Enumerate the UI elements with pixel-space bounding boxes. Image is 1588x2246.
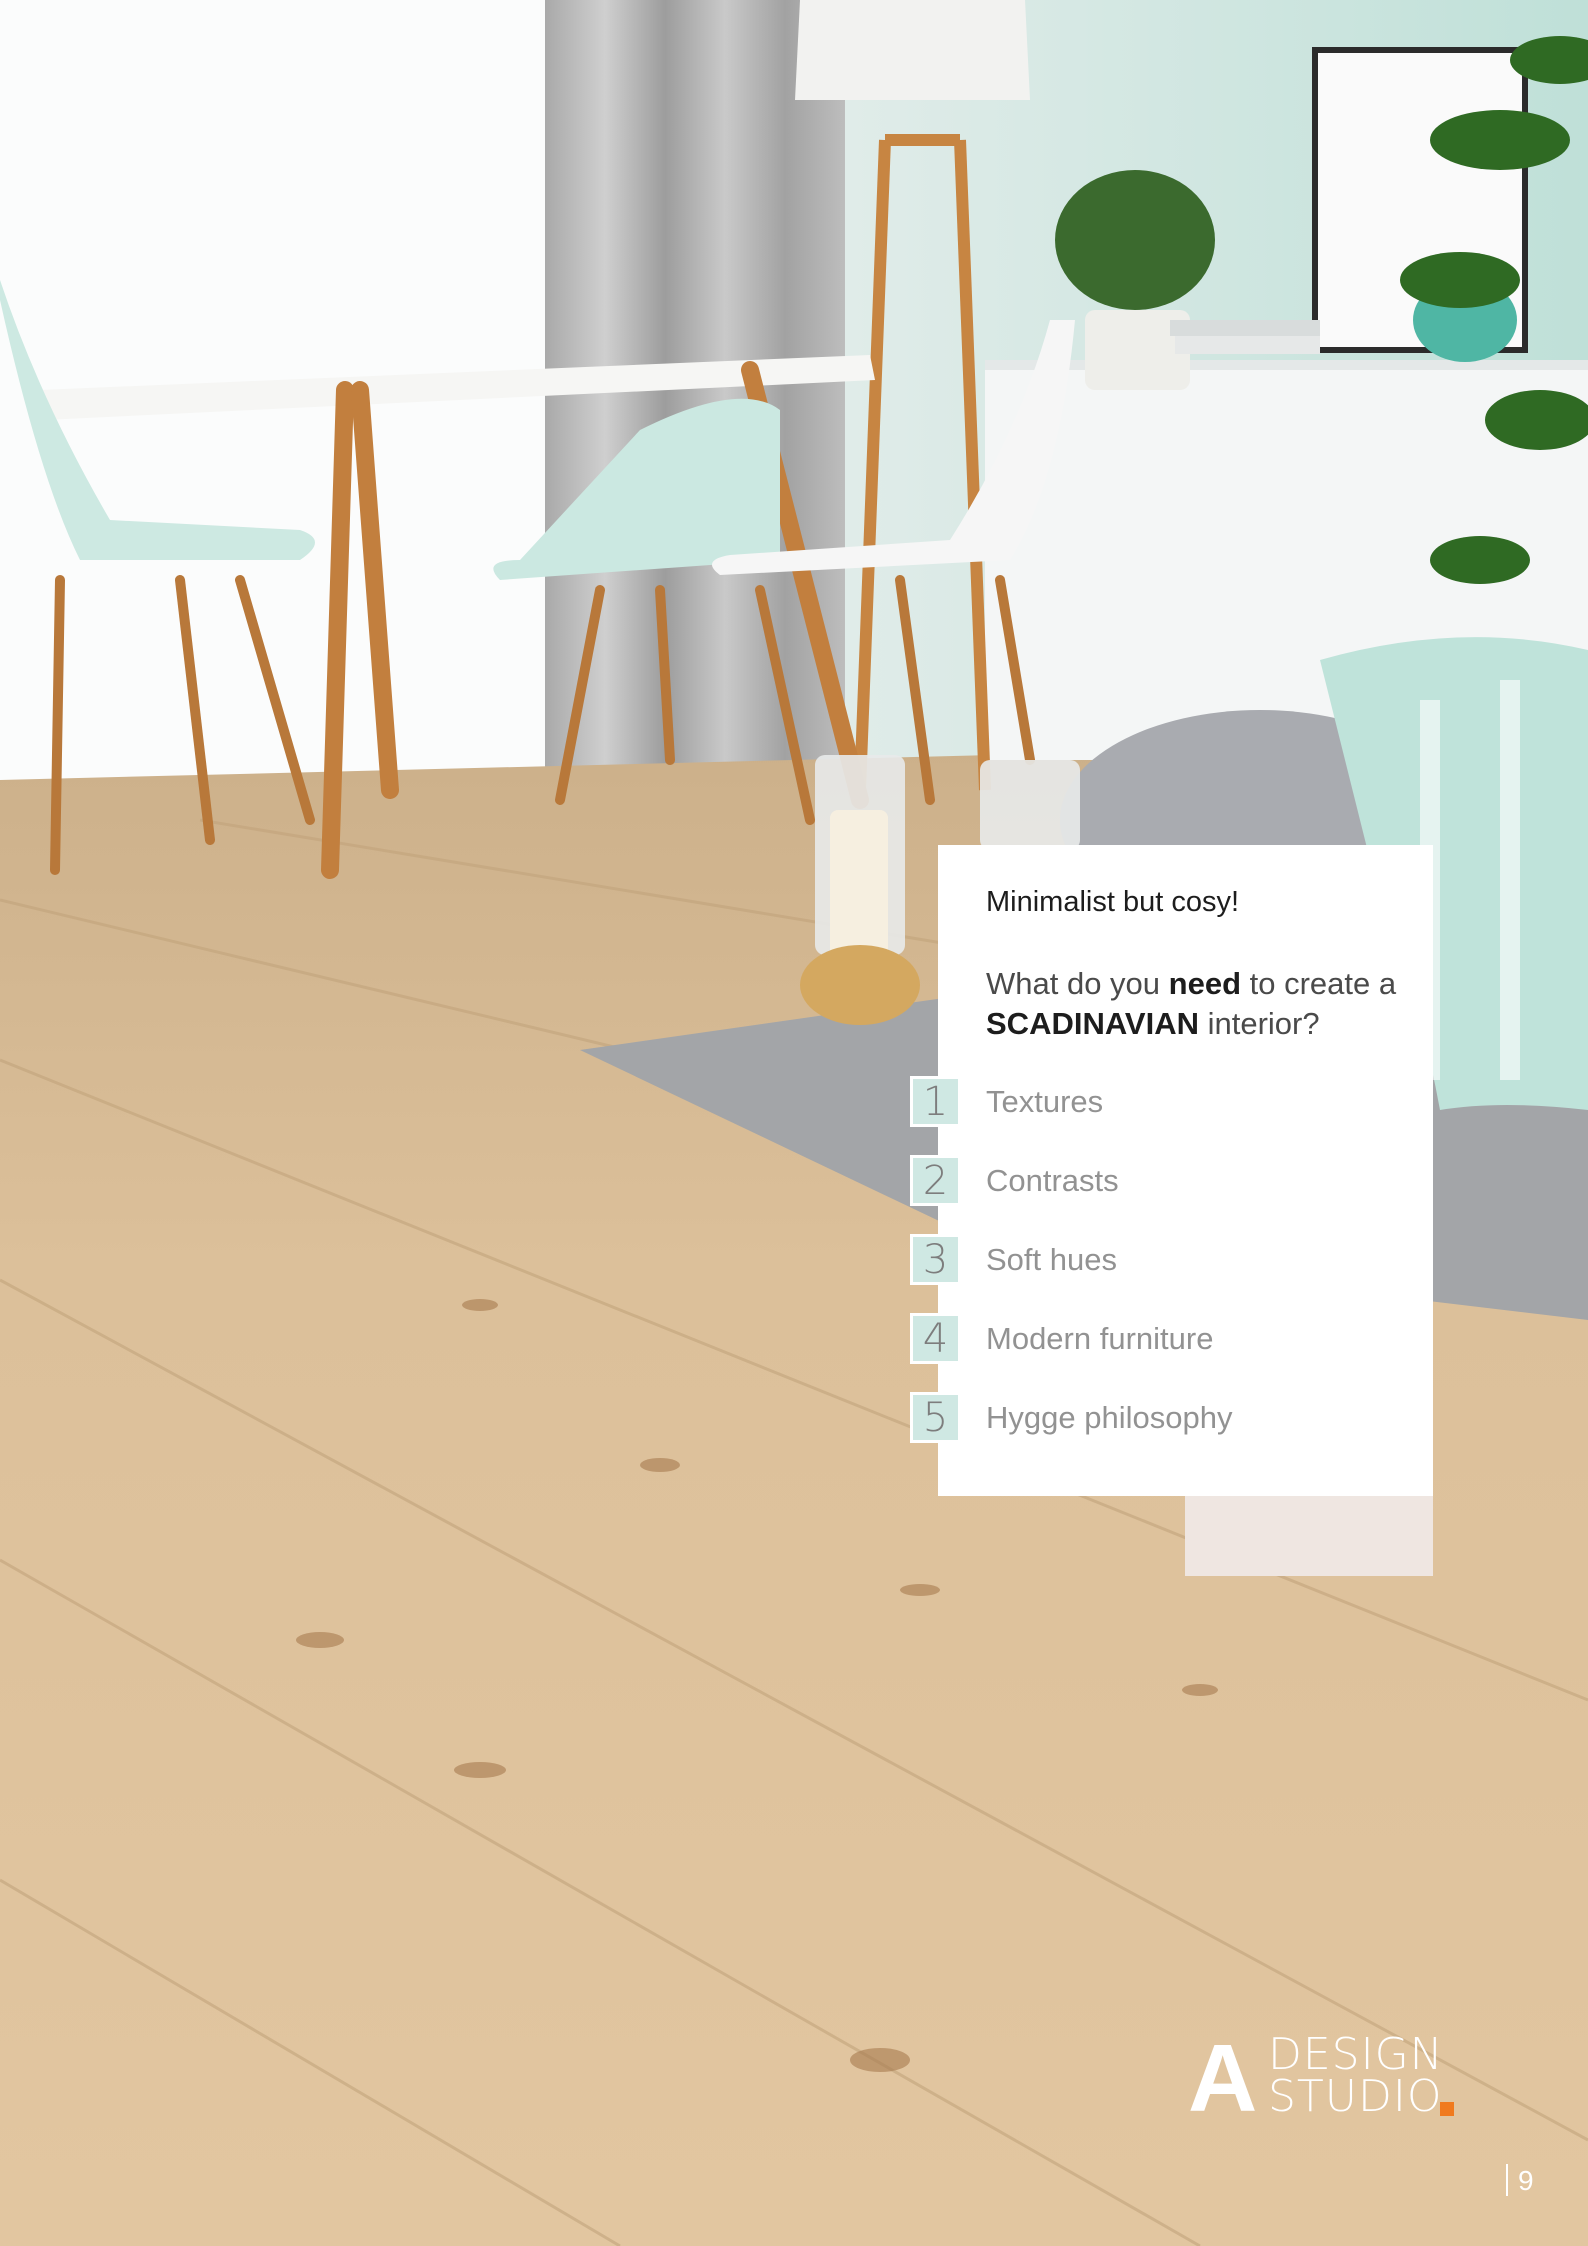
logo-letter: A bbox=[1188, 2025, 1258, 2132]
list-number-badge: 1 bbox=[910, 1076, 961, 1127]
logo-line-studio: STUDIO bbox=[1268, 2071, 1443, 2122]
list-item-label: Contrasts bbox=[986, 1163, 1119, 1198]
design-studio-logo: A DESIGN STUDIO bbox=[1188, 2029, 1458, 2127]
question-bold-scandinavian: SCADINAVIAN bbox=[986, 1006, 1199, 1041]
card-accent-tab bbox=[1185, 1496, 1433, 1576]
question-bold-need: need bbox=[1168, 966, 1242, 1001]
page-number: 9 bbox=[1506, 2164, 1534, 2197]
list-number-badge: 2 bbox=[910, 1155, 961, 1206]
list-item: 2 Contrasts bbox=[910, 1155, 1410, 1209]
list-item: 5 Hygge philosophy bbox=[910, 1392, 1410, 1446]
question-suffix: interior? bbox=[1199, 1006, 1320, 1041]
list-item-label: Textures bbox=[986, 1084, 1104, 1119]
card-title: Minimalist but cosy! bbox=[986, 886, 1240, 918]
page-number-divider bbox=[1506, 2164, 1508, 2196]
logo-accent-square bbox=[1440, 2102, 1454, 2116]
logo-line-design: DESIGN bbox=[1268, 2029, 1444, 2080]
list-item-label: Soft hues bbox=[986, 1242, 1117, 1277]
list-item: 4 Modern furniture bbox=[910, 1313, 1410, 1367]
list-item-label: Hygge philosophy bbox=[986, 1400, 1233, 1435]
list-number-badge: 5 bbox=[910, 1392, 961, 1443]
list-item: 1 Textures bbox=[910, 1076, 1410, 1130]
question-prefix: What do you bbox=[986, 966, 1169, 1001]
question-mid: to create a bbox=[1241, 966, 1397, 1001]
list-item-label: Modern furniture bbox=[986, 1321, 1214, 1356]
list-item: 3 Soft hues bbox=[910, 1234, 1410, 1288]
page-number-value: 9 bbox=[1518, 2165, 1534, 2196]
card-question: What do you need to create a SCADINAVIAN… bbox=[986, 964, 1416, 1044]
list-number-badge: 4 bbox=[910, 1313, 961, 1364]
list-number-badge: 3 bbox=[910, 1234, 961, 1285]
